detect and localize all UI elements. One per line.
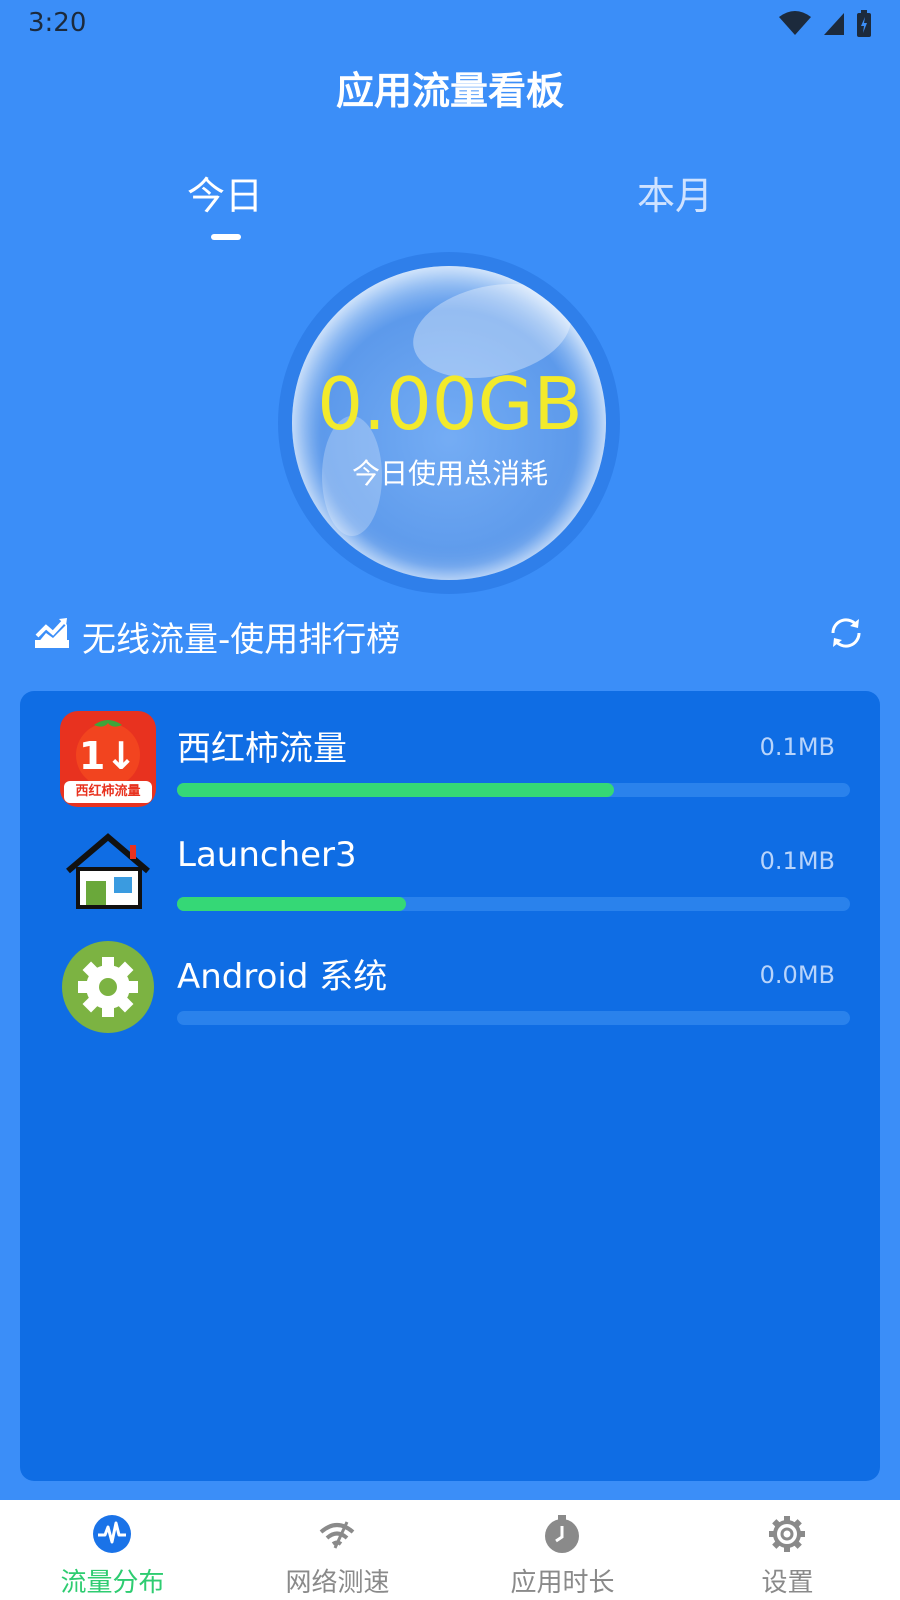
bottom-navigation: 流量分布 网络测速 应用时长 设置	[0, 1500, 900, 1600]
nav-label: 流量分布	[60, 1568, 165, 1598]
nav-label: 设置	[761, 1568, 814, 1598]
nav-item-speed-test[interactable]: 网络测速	[225, 1500, 450, 1600]
wifi-speed-icon	[319, 1521, 355, 1549]
status-bar: 3:20	[0, 0, 900, 50]
tomato-icon-text: 西红柿流量	[75, 784, 141, 799]
ranking-title: 无线流量-使用排行榜	[82, 620, 401, 660]
app-name: Launcher3	[177, 835, 357, 875]
svg-text:1↓: 1↓	[79, 734, 137, 778]
timer-icon	[545, 1515, 579, 1553]
ranking-header: 无线流量-使用排行榜	[35, 612, 865, 662]
wifi-icon	[779, 11, 811, 35]
cellular-signal-icon	[824, 13, 844, 35]
tab-today[interactable]: 今日	[125, 165, 325, 220]
page-title: 应用流量看板	[335, 69, 564, 113]
tab-active-indicator	[211, 234, 241, 240]
pulse-icon	[93, 1515, 131, 1553]
settings-gear-icon	[769, 1516, 805, 1552]
nav-label: 网络测速	[285, 1568, 390, 1598]
usage-bar-track	[177, 897, 850, 911]
nav-label: 应用时长	[510, 1568, 615, 1598]
usage-total-value: 0.00GB	[317, 362, 583, 446]
status-time: 3:20	[28, 8, 87, 38]
app-name: 西红柿流量	[177, 729, 347, 769]
android-gear-icon	[60, 939, 156, 1035]
launcher-house-icon	[60, 825, 156, 921]
list-item[interactable]: 1↓ 西红柿流量 西红柿流量 0.1MB	[40, 691, 860, 807]
app-name: Android 系统	[177, 957, 388, 997]
ranking-list: 1↓ 西红柿流量 西红柿流量 0.1MB Launcher3 0.1MB And…	[20, 691, 880, 1481]
usage-total-label: 今日使用总消耗	[351, 457, 548, 490]
usage-bar-track	[177, 783, 850, 797]
app-usage-size: 0.1MB	[759, 847, 835, 875]
tomato-icon: 1↓ 西红柿流量	[60, 711, 156, 807]
app-usage-size: 0.1MB	[759, 733, 835, 761]
nav-item-app-duration[interactable]: 应用时长	[450, 1500, 675, 1600]
trend-chart-icon	[35, 618, 69, 648]
usage-bar-fill	[177, 783, 615, 797]
list-item[interactable]: Android 系统 0.0MB	[40, 919, 860, 1033]
battery-icon	[857, 10, 871, 37]
list-item[interactable]: Launcher3 0.1MB	[40, 805, 860, 911]
nav-item-settings[interactable]: 设置	[675, 1500, 900, 1600]
usage-bar-track	[177, 1011, 850, 1025]
tab-month[interactable]: 本月	[575, 165, 775, 220]
status-icons	[778, 10, 872, 38]
refresh-icon[interactable]	[827, 614, 865, 652]
usage-bar-fill	[177, 897, 406, 911]
nav-item-traffic-distribution[interactable]: 流量分布	[0, 1500, 225, 1600]
app-usage-size: 0.0MB	[759, 961, 835, 989]
